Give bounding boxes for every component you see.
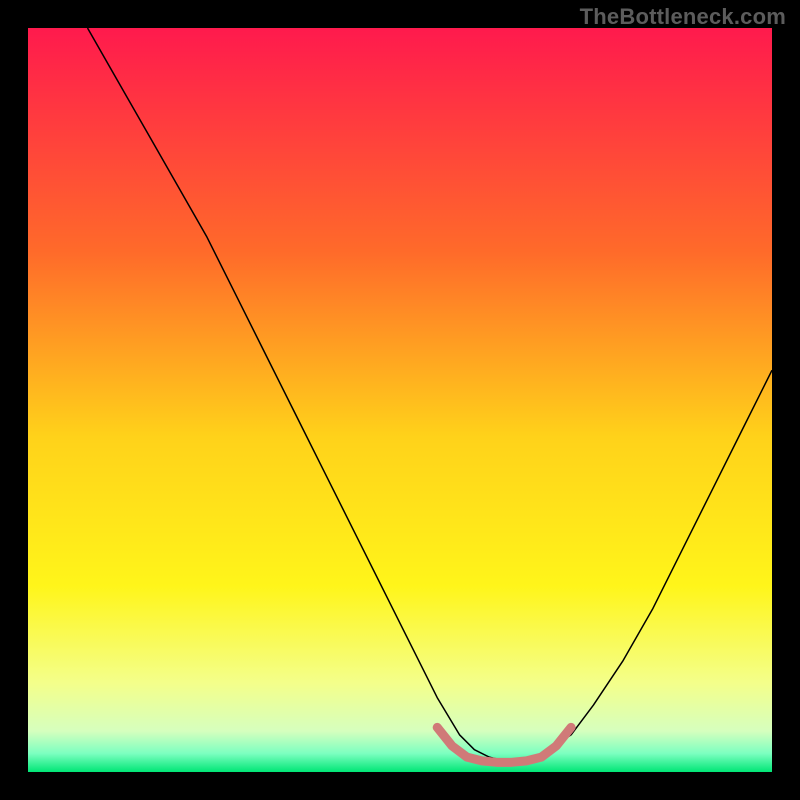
bottleneck-chart	[28, 28, 772, 772]
chart-frame: TheBottleneck.com	[0, 0, 800, 800]
watermark-text: TheBottleneck.com	[580, 4, 786, 30]
plot-area	[28, 28, 772, 772]
gradient-background	[28, 28, 772, 772]
